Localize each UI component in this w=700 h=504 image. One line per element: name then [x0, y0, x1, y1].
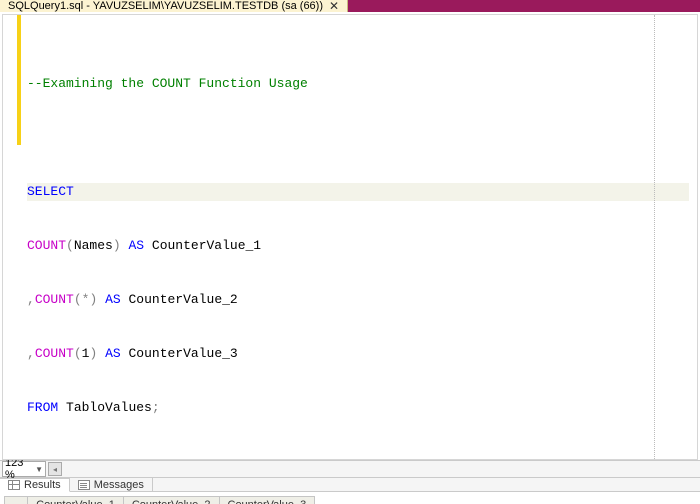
- close-icon[interactable]: ✕: [329, 0, 339, 12]
- grid-corner: [5, 497, 28, 504]
- from-keyword: FROM: [27, 400, 58, 415]
- table-name: TabloValues: [66, 400, 152, 415]
- paren-open: (: [66, 238, 74, 253]
- sql-editor[interactable]: --Examining the COUNT Function Usage SEL…: [2, 14, 698, 460]
- tab-results-label: Results: [24, 479, 61, 491]
- chevron-down-icon: ▼: [35, 465, 43, 474]
- as-keyword: AS: [128, 238, 144, 253]
- alias-1: CounterValue_1: [152, 238, 261, 253]
- select-keyword: SELECT: [27, 184, 74, 199]
- col-header[interactable]: CounterValue_2: [123, 497, 219, 504]
- code-area[interactable]: --Examining the COUNT Function Usage SEL…: [23, 15, 697, 459]
- semicolon: ;: [152, 400, 160, 415]
- count-arg: Names: [74, 238, 113, 253]
- paren-open: (: [74, 346, 82, 361]
- paren-close: ): [89, 346, 97, 361]
- col-header[interactable]: CounterValue_1: [28, 497, 124, 504]
- alias-3: CounterValue_3: [129, 346, 238, 361]
- paren-close: ): [113, 238, 121, 253]
- alias-2: CounterValue_2: [129, 292, 238, 307]
- editor-gutter: [3, 15, 23, 459]
- count-func: COUNT: [35, 346, 74, 361]
- messages-icon: [78, 480, 90, 490]
- comma: ,: [27, 346, 35, 361]
- editor-status-row: 123 % ▼ ◂: [0, 460, 700, 478]
- count-func: COUNT: [27, 238, 66, 253]
- document-tab[interactable]: SQLQuery1.sql - YAVUZSELIM\YAVUZSELIM.TE…: [0, 0, 348, 12]
- as-keyword: AS: [105, 346, 121, 361]
- zoom-dropdown[interactable]: 123 % ▼: [2, 461, 46, 477]
- app-root: SQLQuery1.sql - YAVUZSELIM\YAVUZSELIM.TE…: [0, 0, 700, 504]
- grid-header-row: CounterValue_1 CounterValue_2 CounterVal…: [5, 497, 315, 504]
- as-keyword: AS: [105, 292, 121, 307]
- paren-close: ): [89, 292, 97, 307]
- comma: ,: [27, 292, 35, 307]
- margin-guide: [654, 15, 655, 459]
- comment-text: --Examining the COUNT Function Usage: [27, 76, 308, 91]
- document-tabbar: SQLQuery1.sql - YAVUZSELIM\YAVUZSELIM.TE…: [0, 0, 700, 12]
- execution-marker: [17, 15, 21, 145]
- document-tab-title: SQLQuery1.sql - YAVUZSELIM\YAVUZSELIM.TE…: [8, 0, 323, 12]
- tab-results[interactable]: Results: [0, 478, 70, 492]
- paren-open: (: [74, 292, 82, 307]
- tab-messages[interactable]: Messages: [70, 478, 153, 491]
- col-header[interactable]: CounterValue_3: [219, 497, 315, 504]
- grid-icon: [8, 480, 20, 490]
- results-grid[interactable]: CounterValue_1 CounterValue_2 CounterVal…: [4, 496, 315, 504]
- tab-messages-label: Messages: [94, 479, 144, 491]
- results-tabbar: Results Messages: [0, 478, 700, 492]
- scroll-left-icon[interactable]: ◂: [48, 462, 62, 476]
- results-pane: CounterValue_1 CounterValue_2 CounterVal…: [0, 492, 700, 504]
- count-func: COUNT: [35, 292, 74, 307]
